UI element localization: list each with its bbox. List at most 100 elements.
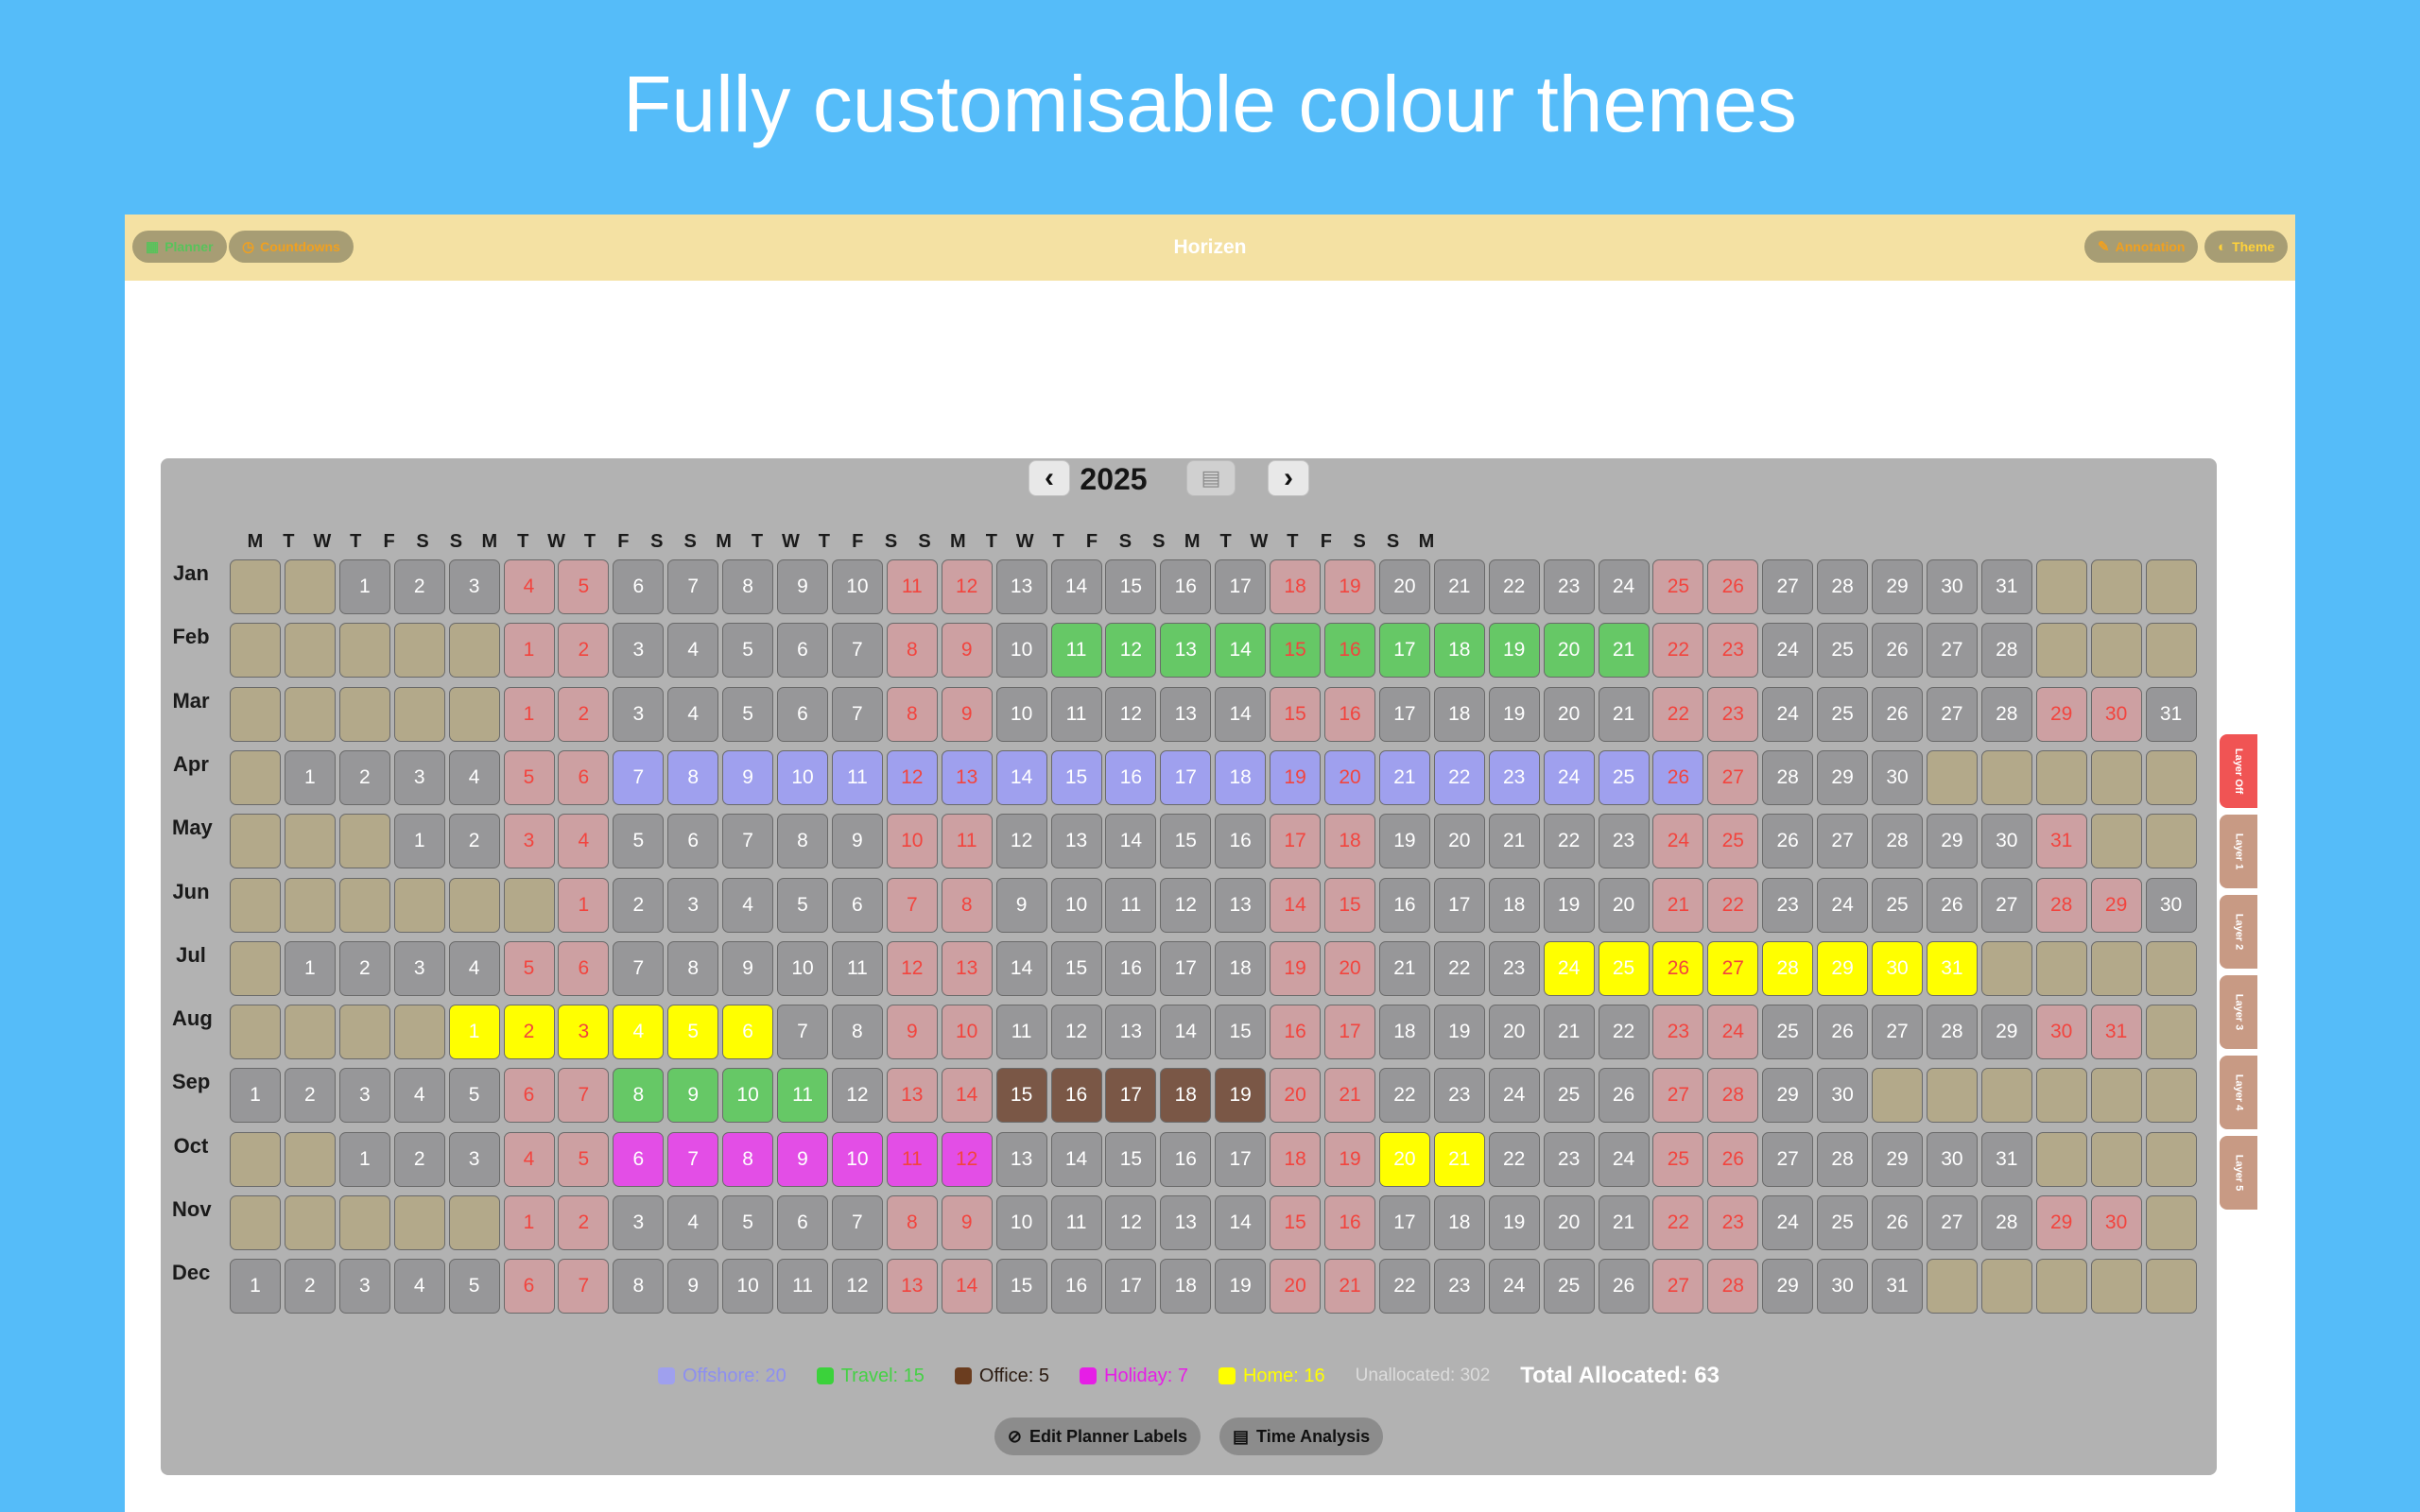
day-cell[interactable]: 30 (1817, 1068, 1869, 1124)
day-cell[interactable]: 13 (886, 1259, 938, 1314)
day-cell[interactable]: 13 (941, 749, 993, 805)
day-cell[interactable]: 8 (667, 749, 719, 805)
day-cell[interactable]: 23 (1762, 877, 1814, 933)
day-cell[interactable]: 25 (1817, 1195, 1869, 1250)
day-cell[interactable]: 24 (1707, 1005, 1759, 1060)
layer-tab[interactable]: Layer 2 (2220, 895, 2257, 969)
day-cell[interactable]: 22 (1378, 1259, 1430, 1314)
day-cell[interactable]: 24 (1652, 814, 1704, 869)
day-cell[interactable]: 16 (1050, 1259, 1102, 1314)
day-cell[interactable]: 12 (886, 940, 938, 996)
edit-planner-labels-button[interactable]: ⊘ Edit Planner Labels (994, 1418, 1201, 1455)
day-cell[interactable]: 9 (831, 814, 883, 869)
day-cell[interactable]: 7 (831, 623, 883, 679)
day-cell[interactable]: 21 (1378, 940, 1430, 996)
day-cell[interactable]: 9 (667, 1259, 719, 1314)
day-cell[interactable]: 17 (1270, 814, 1322, 869)
day-cell[interactable]: 4 (393, 1259, 445, 1314)
day-cell[interactable]: 28 (1707, 1259, 1759, 1314)
day-cell[interactable]: 7 (722, 814, 774, 869)
day-cell[interactable]: 1 (230, 1259, 281, 1314)
day-cell[interactable]: 19 (1270, 749, 1322, 805)
day-cell[interactable]: 6 (613, 559, 665, 614)
day-cell[interactable]: 20 (1598, 877, 1650, 933)
day-cell[interactable]: 3 (613, 623, 665, 679)
day-cell[interactable]: 16 (1378, 877, 1430, 933)
day-cell[interactable]: 6 (777, 1195, 828, 1250)
day-cell[interactable]: 14 (1215, 686, 1267, 742)
day-cell[interactable]: 19 (1378, 814, 1430, 869)
day-cell[interactable]: 11 (886, 1131, 938, 1187)
day-cell[interactable]: 5 (558, 1131, 610, 1187)
day-cell[interactable]: 22 (1652, 623, 1704, 679)
day-cell[interactable]: 5 (503, 940, 555, 996)
day-cell[interactable]: 3 (393, 749, 445, 805)
day-cell[interactable]: 8 (667, 940, 719, 996)
day-cell[interactable]: 24 (1762, 686, 1814, 742)
day-cell[interactable]: 27 (1652, 1259, 1704, 1314)
day-cell[interactable]: 3 (613, 1195, 665, 1250)
day-cell[interactable]: 6 (558, 940, 610, 996)
day-cell[interactable]: 20 (1378, 1131, 1430, 1187)
day-cell[interactable]: 13 (995, 1131, 1047, 1187)
day-cell[interactable]: 16 (1324, 623, 1375, 679)
day-cell[interactable]: 5 (448, 1259, 500, 1314)
day-cell[interactable]: 8 (886, 623, 938, 679)
day-cell[interactable]: 25 (1543, 1068, 1595, 1124)
day-cell[interactable]: 9 (777, 1131, 828, 1187)
day-cell[interactable]: 20 (1324, 749, 1375, 805)
day-cell[interactable]: 29 (1926, 814, 1978, 869)
day-cell[interactable]: 13 (1215, 877, 1267, 933)
day-cell[interactable]: 21 (1652, 877, 1704, 933)
day-cell[interactable]: 27 (1872, 1005, 1923, 1060)
day-cell[interactable]: 1 (284, 749, 336, 805)
day-cell[interactable]: 19 (1433, 1005, 1485, 1060)
day-cell[interactable]: 19 (1270, 940, 1322, 996)
day-cell[interactable]: 14 (1215, 623, 1267, 679)
day-cell[interactable]: 18 (1160, 1259, 1212, 1314)
day-cell[interactable]: 26 (1707, 1131, 1759, 1187)
day-cell[interactable]: 6 (667, 814, 719, 869)
day-cell[interactable]: 29 (1872, 559, 1923, 614)
day-cell[interactable]: 18 (1270, 559, 1322, 614)
day-cell[interactable]: 23 (1598, 814, 1650, 869)
day-cell[interactable]: 31 (1926, 940, 1978, 996)
theme-button[interactable]: ◐ Theme (2204, 231, 2289, 263)
day-cell[interactable]: 18 (1378, 1005, 1430, 1060)
day-cell[interactable]: 23 (1707, 1195, 1759, 1250)
day-cell[interactable]: 23 (1488, 940, 1540, 996)
day-cell[interactable]: 27 (1762, 1131, 1814, 1187)
day-cell[interactable]: 9 (886, 1005, 938, 1060)
day-cell[interactable]: 2 (284, 1259, 336, 1314)
day-cell[interactable]: 5 (613, 814, 665, 869)
day-cell[interactable]: 12 (1160, 877, 1212, 933)
day-cell[interactable]: 25 (1817, 686, 1869, 742)
day-cell[interactable]: 11 (1050, 686, 1102, 742)
day-cell[interactable]: 15 (995, 1068, 1047, 1124)
next-year-button[interactable]: › (1268, 460, 1309, 496)
day-cell[interactable]: 2 (558, 623, 610, 679)
day-cell[interactable]: 29 (1762, 1068, 1814, 1124)
day-cell[interactable]: 9 (722, 940, 774, 996)
day-cell[interactable]: 21 (1324, 1068, 1375, 1124)
day-cell[interactable]: 4 (448, 940, 500, 996)
day-cell[interactable]: 10 (995, 686, 1047, 742)
day-cell[interactable]: 16 (1324, 1195, 1375, 1250)
day-cell[interactable]: 24 (1543, 940, 1595, 996)
day-cell[interactable]: 19 (1488, 686, 1540, 742)
day-cell[interactable]: 11 (777, 1259, 828, 1314)
day-cell[interactable]: 8 (886, 1195, 938, 1250)
day-cell[interactable]: 11 (831, 749, 883, 805)
day-cell[interactable]: 16 (1270, 1005, 1322, 1060)
day-cell[interactable]: 10 (722, 1259, 774, 1314)
day-cell[interactable]: 1 (338, 559, 390, 614)
day-cell[interactable]: 20 (1488, 1005, 1540, 1060)
day-cell[interactable]: 21 (1598, 1195, 1650, 1250)
day-cell[interactable]: 17 (1378, 1195, 1430, 1250)
day-cell[interactable]: 1 (503, 686, 555, 742)
day-cell[interactable]: 25 (1543, 1259, 1595, 1314)
day-cell[interactable]: 2 (503, 1005, 555, 1060)
day-cell[interactable]: 12 (1105, 686, 1157, 742)
day-cell[interactable]: 12 (941, 1131, 993, 1187)
day-cell[interactable]: 12 (831, 1259, 883, 1314)
